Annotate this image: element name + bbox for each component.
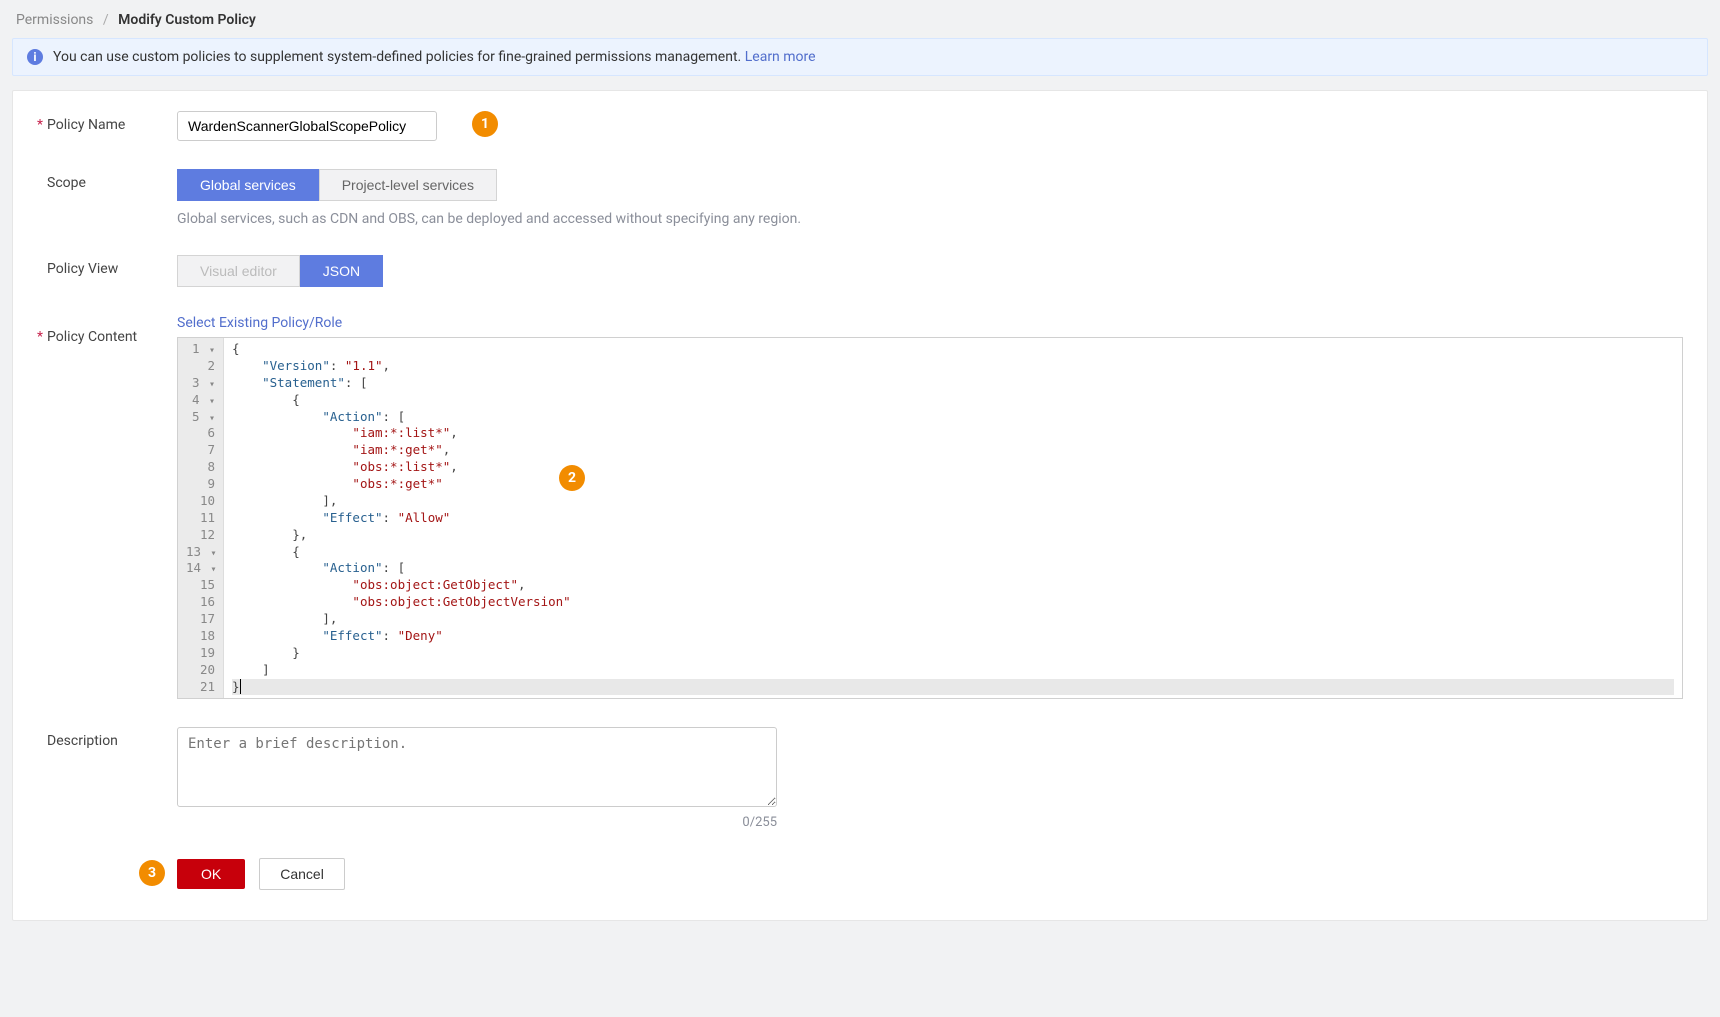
description-input[interactable] (177, 727, 777, 807)
required-asterisk: * (37, 329, 43, 345)
row-scope: *Scope Global services Project-level ser… (37, 169, 1683, 227)
breadcrumb-separator: / (103, 12, 109, 28)
info-banner-text: You can use custom policies to supplemen… (53, 49, 816, 65)
scope-hint: Global services, such as CDN and OBS, ca… (177, 211, 1683, 227)
ok-button[interactable]: OK (177, 859, 245, 889)
info-banner: i You can use custom policies to supplem… (12, 38, 1708, 76)
view-visual-button[interactable]: Visual editor (177, 255, 300, 287)
info-text: You can use custom policies to supplemen… (53, 49, 741, 65)
row-description: *Description 0/255 (37, 727, 1683, 830)
label-policy-content: *Policy Content (37, 315, 157, 345)
info-icon: i (27, 49, 43, 65)
cancel-button[interactable]: Cancel (259, 858, 345, 890)
label-description: *Description (37, 727, 157, 749)
char-count: 0/255 (177, 815, 777, 830)
label-policy-name: *Policy Name (37, 111, 157, 133)
annotation-2: 2 (559, 465, 585, 491)
scope-project-button[interactable]: Project-level services (319, 169, 497, 201)
annotation-1: 1 (472, 111, 498, 137)
row-content: *Policy Content Select Existing Policy/R… (37, 315, 1683, 699)
annotation-3: 3 (139, 860, 165, 886)
footer-actions: 3 OK Cancel (177, 858, 1683, 890)
form-panel: *Policy Name 1 *Scope Global services Pr… (12, 90, 1708, 921)
policy-name-input[interactable] (177, 111, 437, 141)
json-editor[interactable]: 1 ▾23 ▾4 ▾5 ▾678910111213 ▾14 ▾151617181… (177, 337, 1683, 699)
row-view: *Policy View Visual editor JSON (37, 255, 1683, 287)
learn-more-link[interactable]: Learn more (745, 49, 816, 65)
label-policy-view: *Policy View (37, 255, 157, 277)
scope-global-button[interactable]: Global services (177, 169, 319, 201)
breadcrumb-parent[interactable]: Permissions (16, 12, 93, 28)
editor-code[interactable]: { "Version": "1.1", "Statement": [ { "Ac… (224, 338, 1682, 698)
label-scope: *Scope (37, 169, 157, 191)
breadcrumb-current: Modify Custom Policy (118, 12, 256, 28)
editor-gutter: 1 ▾23 ▾4 ▾5 ▾678910111213 ▾14 ▾151617181… (178, 338, 224, 698)
row-policy-name: *Policy Name 1 (37, 111, 1683, 141)
view-json-button[interactable]: JSON (300, 255, 383, 287)
select-existing-link[interactable]: Select Existing Policy/Role (177, 315, 342, 331)
required-asterisk: * (37, 117, 43, 133)
breadcrumb: Permissions / Modify Custom Policy (12, 12, 1708, 38)
